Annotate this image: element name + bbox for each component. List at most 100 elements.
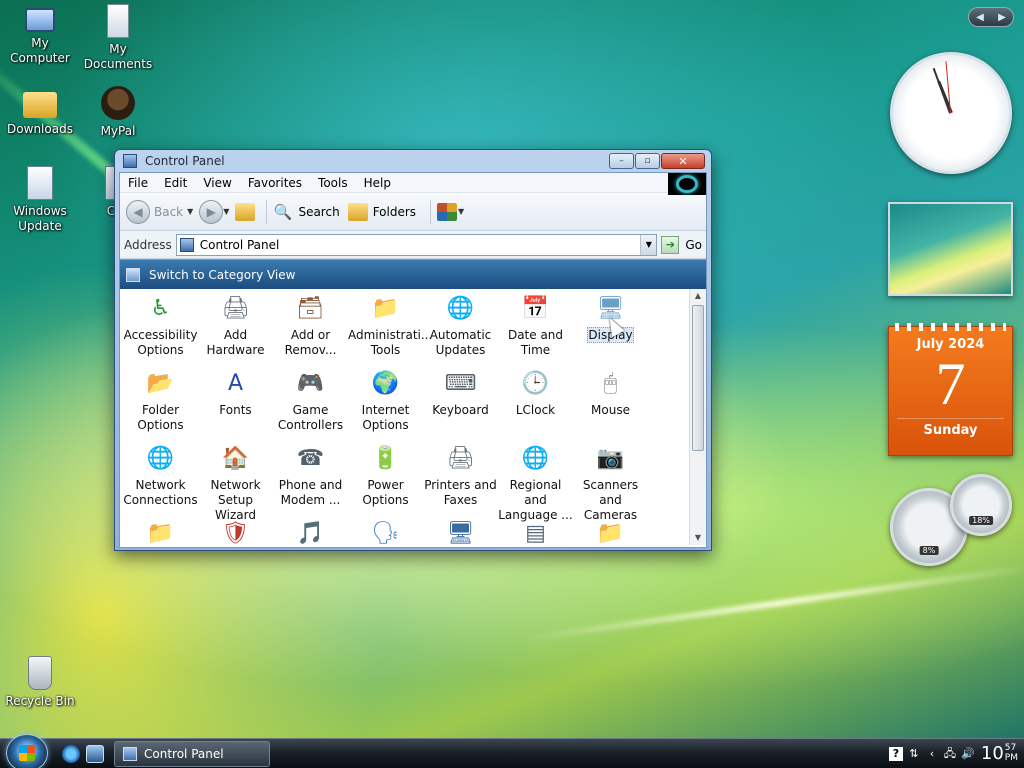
views-button[interactable] <box>437 202 458 221</box>
back-dropdown-icon[interactable]: ▼ <box>187 207 193 216</box>
show-desktop-icon[interactable] <box>86 745 104 763</box>
vertical-scrollbar[interactable]: ▲ ▼ <box>689 289 706 545</box>
control-panel-item[interactable]: 📷 Scanners and Cameras <box>573 441 648 522</box>
menu-view[interactable]: View <box>195 176 239 190</box>
control-panel-item[interactable]: ☎ Phone and Modem ... <box>273 441 348 516</box>
fonts-icon: A <box>227 371 244 396</box>
scrollbar-thumb[interactable] <box>692 305 704 451</box>
scroll-up-icon[interactable]: ▲ <box>690 289 706 303</box>
views-dropdown-icon[interactable]: ▼ <box>458 207 464 216</box>
control-panel-item[interactable]: 🌍 Internet Options <box>348 366 423 441</box>
mouse-icon: 🖱 <box>603 371 618 396</box>
minimize-button[interactable]: – <box>609 153 634 169</box>
control-panel-item[interactable]: 🎵 <box>273 516 348 545</box>
control-panel-item[interactable]: 📂 Folder Options <box>123 366 198 441</box>
calendar-gadget[interactable]: July 2024 7 Sunday <box>888 323 1013 456</box>
chevron-left-icon[interactable]: ‹ <box>925 747 939 761</box>
menu-help[interactable]: Help <box>356 176 399 190</box>
control-panel-item[interactable]: 📁 <box>123 516 198 545</box>
up-folder-button[interactable] <box>235 202 256 221</box>
admin-tools-icon: 📁 <box>371 296 400 321</box>
taskbar: Control Panel ? ⇅ ‹ 🖧 🔊 10 57 PM <box>0 734 1024 768</box>
windows-logo-icon <box>19 745 35 761</box>
control-panel-icon <box>179 237 194 252</box>
user-accounts-icon: 📁 <box>596 521 625 545</box>
memory-meter-gadget[interactable]: 18% <box>950 474 1012 536</box>
internet-explorer-icon[interactable] <box>62 745 80 763</box>
control-panel-item[interactable]: 🗃 Add or Remov... <box>273 291 348 366</box>
volume-icon[interactable]: 🔊 <box>961 747 975 761</box>
menu-edit[interactable]: Edit <box>156 176 195 190</box>
sounds-audio-icon: 🎵 <box>296 521 325 545</box>
menu-bar: File Edit View Favorites Tools Help <box>120 173 706 195</box>
desktop-icon-my-computer[interactable]: My Computer <box>0 4 80 66</box>
network-icon[interactable]: 🖧 <box>943 747 957 761</box>
start-button[interactable] <box>6 734 48 768</box>
control-panel-item[interactable]: 🗣 <box>348 516 423 545</box>
control-panel-item[interactable]: A Fonts <box>198 366 273 441</box>
clock-gadget[interactable] <box>890 52 1012 174</box>
control-panel-item[interactable]: 🏠 Network Setup Wizard <box>198 441 273 522</box>
wallpaper-streak <box>522 563 1024 643</box>
control-panel-item-label: Accessibility Options <box>123 328 198 357</box>
automatic-updates-icon: 🌐 <box>446 296 475 321</box>
control-panel-item[interactable]: 🖨 Add Hardware <box>198 291 273 366</box>
control-panel-item[interactable]: 🕒 LClock <box>498 366 573 441</box>
sync-icon[interactable]: ⇅ <box>907 747 921 761</box>
go-arrow-icon: ➔ <box>661 235 680 254</box>
address-input[interactable]: Control Panel ▼ <box>175 233 658 256</box>
close-button[interactable]: ✕ <box>661 153 705 169</box>
control-panel-item[interactable]: 📁 Administrati... Tools <box>348 291 432 366</box>
desktop-icon-downloads[interactable]: Downloads <box>0 86 80 137</box>
folders-button[interactable]: Folders <box>347 202 416 221</box>
control-panel-item[interactable]: 🌐 Network Connections <box>123 441 198 516</box>
keyboard-icon: ⌨ <box>444 371 477 396</box>
control-panel-item[interactable]: 📁 <box>573 516 648 545</box>
control-panel-item-label: Keyboard <box>432 403 489 417</box>
control-panel-item[interactable]: 🔋 Power Options <box>348 441 423 516</box>
taskbar-button-control-panel[interactable]: Control Panel <box>114 741 270 767</box>
menu-favorites[interactable]: Favorites <box>240 176 310 190</box>
taskbar-clock[interactable]: 10 57 PM <box>981 743 1018 765</box>
control-panel-item[interactable]: ♿ Accessibility Options <box>123 291 198 366</box>
desktop-icon-recycle-bin[interactable]: Recycle Bin <box>0 656 80 709</box>
mypal-browser-icon <box>101 86 135 120</box>
control-panel-item[interactable]: 📅 Date and Time <box>498 291 573 366</box>
chevron-left-icon[interactable]: ◀ <box>976 12 984 23</box>
desktop-icon-my-documents[interactable]: My Documents <box>78 4 158 72</box>
switch-to-category-view-link[interactable]: Switch to Category View <box>120 259 706 289</box>
desktop-icon-windows-update[interactable]: Windows Update <box>0 166 80 234</box>
control-panel-item[interactable]: 🛡 <box>198 516 273 545</box>
control-panel-item[interactable]: 🌐 Regional and Language ... <box>498 441 573 522</box>
address-label: Address <box>124 237 172 252</box>
slideshow-gadget[interactable] <box>888 202 1013 296</box>
control-panel-item[interactable]: 🖨 Printers and Faxes <box>423 441 498 516</box>
control-panel-item-label: Folder Options <box>137 403 184 432</box>
control-panel-item[interactable]: 🖱 Mouse <box>573 366 648 441</box>
maximize-button[interactable]: ▫ <box>635 153 660 169</box>
back-button[interactable]: ◀ Back <box>126 199 183 224</box>
control-panel-item[interactable]: 🖥 <box>423 516 498 545</box>
go-button[interactable]: ➔ Go <box>661 235 702 254</box>
menu-tools[interactable]: Tools <box>310 176 356 190</box>
control-panel-item[interactable]: 🌐 Automatic Updates <box>423 291 498 366</box>
search-icon: 🔍 <box>273 202 293 221</box>
address-dropdown-icon[interactable]: ▼ <box>640 234 657 255</box>
cpu-usage: 8% <box>919 546 939 555</box>
scroll-down-icon[interactable]: ▼ <box>690 531 706 545</box>
forward-button[interactable]: ▶ <box>199 199 224 224</box>
scanners-cameras-icon: 📷 <box>596 446 625 471</box>
help-icon[interactable]: ? <box>888 747 903 761</box>
control-panel-item[interactable]: 🎮 Game Controllers <box>273 366 348 441</box>
control-panel-item[interactable]: ▤ <box>498 516 573 545</box>
accessibility-icon: ♿ <box>150 296 171 321</box>
control-panel-item[interactable]: ⌨ Keyboard <box>423 366 498 441</box>
search-button[interactable]: 🔍 Search <box>273 203 339 221</box>
desktop-icon-mypal[interactable]: MyPal <box>78 86 158 139</box>
control-panel-item-label: Phone and Modem ... <box>278 478 343 507</box>
sidebar-gadget-nav[interactable]: ◀ ▶ <box>968 7 1014 27</box>
forward-dropdown-icon[interactable]: ▼ <box>223 207 229 216</box>
window-titlebar[interactable]: Control Panel – ▫ ✕ <box>119 150 707 172</box>
menu-file[interactable]: File <box>120 176 156 190</box>
chevron-right-icon[interactable]: ▶ <box>998 12 1006 23</box>
